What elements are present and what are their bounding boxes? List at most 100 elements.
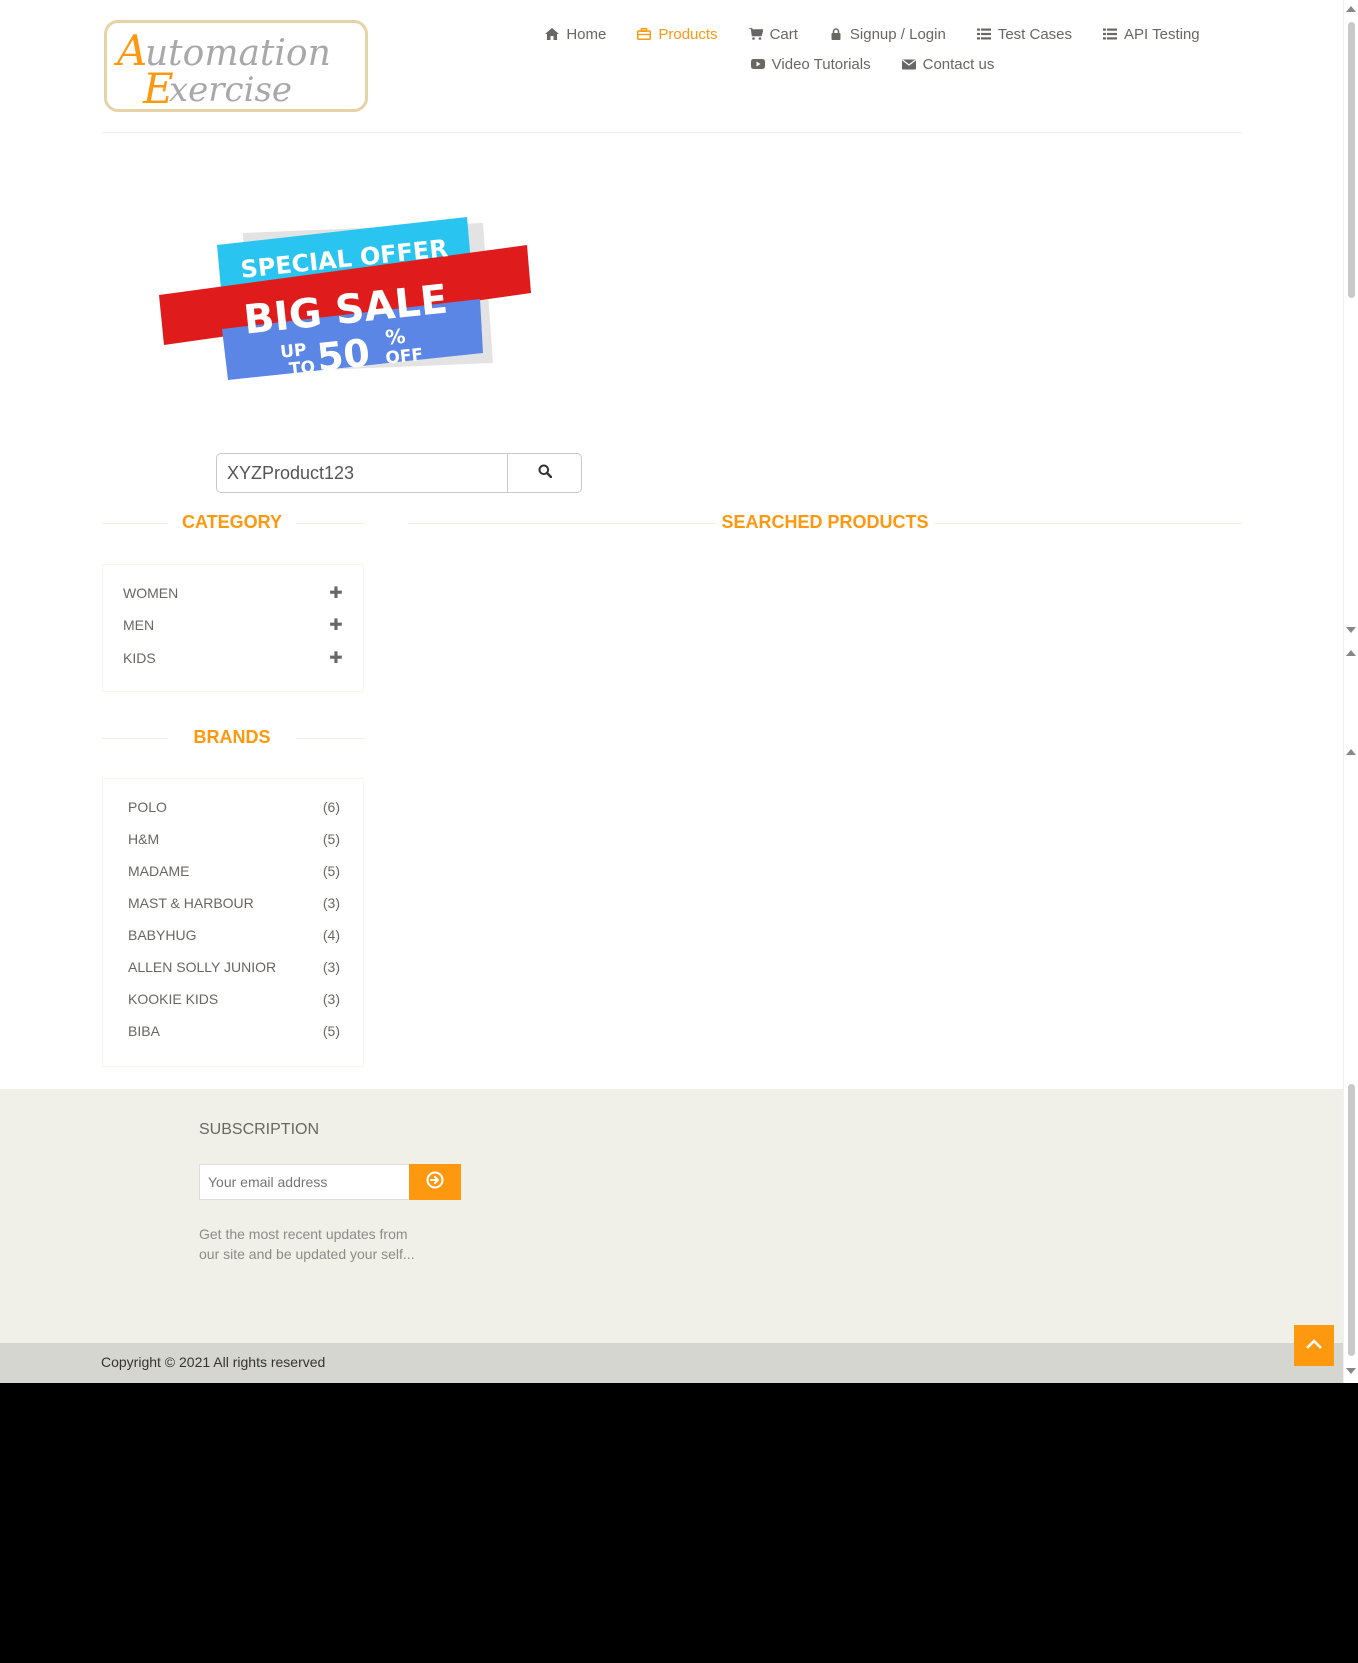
banner-off: OFF <box>385 345 425 369</box>
nav-home-label: Home <box>566 25 607 43</box>
nav-test-cases-label: Test Cases <box>997 25 1073 43</box>
brand-mast-harbour[interactable]: MAST & HARBOUR (3) <box>128 893 340 913</box>
nav-signup-login-label: Signup / Login <box>849 25 946 43</box>
divider <box>102 523 168 524</box>
scrollbar-thumb[interactable] <box>1348 1084 1355 1356</box>
brand-name: POLO <box>128 799 167 815</box>
youtube-icon <box>750 57 766 71</box>
category-kids[interactable]: KIDS ✚ <box>123 648 343 668</box>
arrow-circle-right-icon <box>426 1171 444 1194</box>
home-icon <box>544 27 560 41</box>
brands-heading: BRANDS <box>193 727 271 747</box>
divider <box>102 738 168 739</box>
banner-fifty: 50 <box>315 331 372 380</box>
plus-icon[interactable]: ✚ <box>329 615 343 635</box>
search-button[interactable] <box>507 453 582 493</box>
nav-video-tutorials-label: Video Tutorials <box>771 55 871 73</box>
category-women[interactable]: WOMEN ✚ <box>123 583 343 603</box>
briefcase-icon <box>636 27 652 41</box>
search-icon <box>538 464 552 483</box>
nav-products-label: Products <box>658 25 718 43</box>
brand-name: BIBA <box>128 1023 160 1039</box>
plus-icon[interactable]: ✚ <box>329 648 343 668</box>
lock-icon <box>828 27 844 41</box>
brand-count: (5) <box>322 831 340 847</box>
logo-graphic: A utomation E xercise <box>113 26 331 109</box>
brand-count: (5) <box>322 1023 340 1039</box>
category-label: KIDS <box>123 650 156 666</box>
nav-video-tutorials[interactable]: Video Tutorials <box>750 54 871 74</box>
subscribe-email-input[interactable] <box>199 1164 410 1200</box>
divider <box>296 523 364 524</box>
copyright-text: Copyright © 2021 All rights reserved <box>101 1354 326 1370</box>
main-nav: Home Products Cart Signup / Login Test C… <box>487 24 1257 74</box>
envelope-icon <box>901 57 917 71</box>
subscription-description: Get the most recent updates from our sit… <box>199 1226 415 1262</box>
header: A utomation E xercise Home Products Cart… <box>102 0 1242 133</box>
nav-products[interactable]: Products <box>636 24 718 44</box>
footer: SUBSCRIPTION Get the most recent updates… <box>0 1089 1343 1343</box>
brand-babyhug[interactable]: BABYHUG (4) <box>128 925 340 945</box>
nav-home[interactable]: Home <box>544 24 606 44</box>
subscribe-button[interactable] <box>409 1164 461 1200</box>
brand-count: (5) <box>322 863 340 879</box>
search-input[interactable] <box>216 453 508 493</box>
scroll-up-marker-icon <box>1346 749 1356 755</box>
brand-count: (6) <box>322 799 340 815</box>
nav-api-testing[interactable]: API Testing <box>1102 24 1200 44</box>
brand-madame[interactable]: MADAME (5) <box>128 861 340 881</box>
searched-products-heading: SEARCHED PRODUCTS <box>721 512 929 532</box>
list-icon <box>1102 27 1118 41</box>
brands-panel: POLO (6) H&M (5) MADAME (5) MAST & HARBO… <box>102 778 364 1067</box>
scroll-up-arrow-icon[interactable] <box>1346 6 1356 12</box>
brand-count: (4) <box>322 927 340 943</box>
category-label: MEN <box>123 617 155 633</box>
plus-icon[interactable]: ✚ <box>329 583 343 603</box>
divider <box>934 523 1242 524</box>
banner-percent-sign: % <box>384 324 406 350</box>
brand-kookie-kids[interactable]: KOOKIE KIDS (3) <box>128 989 340 1009</box>
brand-name: MADAME <box>128 863 190 879</box>
scrollbar-thumb[interactable] <box>1348 22 1355 298</box>
category-panel: WOMEN ✚ MEN ✚ KIDS ✚ <box>102 564 364 692</box>
nav-contact-us[interactable]: Contact us <box>901 54 995 74</box>
category-label: WOMEN <box>123 585 179 601</box>
nav-contact-us-label: Contact us <box>922 55 995 73</box>
divider <box>408 523 716 524</box>
product-search <box>216 453 582 493</box>
brand-name: MAST & HARBOUR <box>128 895 254 911</box>
brand-name: ALLEN SOLLY JUNIOR <box>128 959 277 975</box>
nav-signup-login[interactable]: Signup / Login <box>828 24 946 44</box>
brand-count: (3) <box>322 895 340 911</box>
subscription-title: SUBSCRIPTION <box>199 1121 320 1138</box>
page: A utomation E xercise Home Products Cart… <box>0 0 1343 1383</box>
category-men[interactable]: MEN ✚ <box>123 615 343 635</box>
banner-to: TO <box>288 357 316 380</box>
brand-hm[interactable]: H&M (5) <box>128 829 340 849</box>
vertical-scrollbar[interactable] <box>1343 0 1358 1383</box>
cart-icon <box>748 27 764 41</box>
nav-cart[interactable]: Cart <box>748 24 798 44</box>
brand-name: H&M <box>128 831 160 847</box>
nav-cart-label: Cart <box>769 25 798 43</box>
brand-biba[interactable]: BIBA (5) <box>128 1021 340 1041</box>
brand-allen-solly-junior[interactable]: ALLEN SOLLY JUNIOR (3) <box>128 957 340 977</box>
list-icon <box>976 27 992 41</box>
sale-banner: SPECIAL OFFER BIG SALE UP TO 50 % OFF <box>155 205 555 395</box>
brand-count: (3) <box>322 959 340 975</box>
nav-api-testing-label: API Testing <box>1124 25 1200 43</box>
nav-test-cases[interactable]: Test Cases <box>976 24 1072 44</box>
scroll-up-marker-icon <box>1346 650 1356 656</box>
logo-word-exercise: xercise <box>169 70 292 109</box>
brand-name: BABYHUG <box>128 927 197 943</box>
brand-count: (3) <box>322 991 340 1007</box>
category-heading: CATEGORY <box>181 512 282 532</box>
scroll-to-top-button[interactable] <box>1294 1325 1334 1366</box>
scroll-down-marker-icon <box>1346 627 1356 633</box>
chevron-up-icon <box>1305 1337 1323 1355</box>
brand-polo[interactable]: POLO (6) <box>128 797 340 817</box>
scroll-down-arrow-icon[interactable] <box>1346 1368 1356 1374</box>
site-logo[interactable]: A utomation E xercise <box>104 20 368 112</box>
divider <box>296 738 364 739</box>
brand-name: KOOKIE KIDS <box>128 991 219 1007</box>
